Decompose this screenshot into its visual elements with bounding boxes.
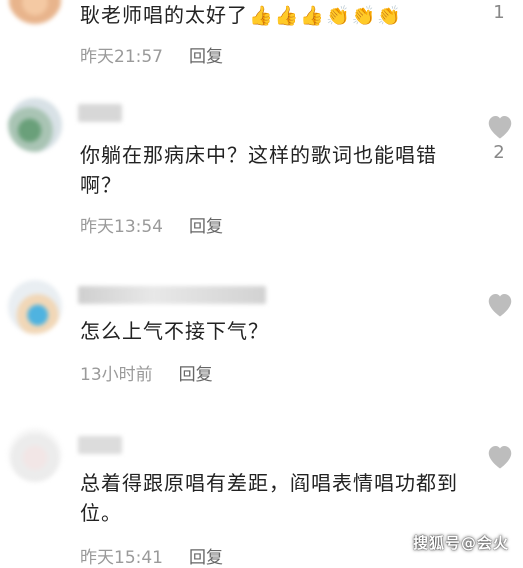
- comment-time: 昨天13:54: [80, 217, 163, 237]
- heart-icon[interactable]: [485, 290, 515, 318]
- comment-meta: 昨天21:57 回复: [80, 42, 223, 67]
- thumbs-up-icon: 👍: [300, 5, 326, 27]
- watermark: 搜狐号@会火: [412, 534, 509, 552]
- reply-button[interactable]: 回复: [179, 360, 213, 385]
- avatar[interactable]: [8, 280, 62, 334]
- comment-time: 昨天21:57: [80, 47, 163, 67]
- heart-icon[interactable]: [485, 112, 515, 140]
- like-count: 2: [493, 142, 505, 163]
- like-count: 1: [493, 2, 505, 23]
- comment-meta: 昨天15:41 回复: [80, 543, 223, 568]
- username-blurred: [78, 436, 122, 454]
- comment-time: 昨天15:41: [80, 548, 163, 568]
- comment-text: 你躺在那病床中？这样的歌词也能唱错啊？: [80, 143, 437, 197]
- thumbs-up-icon: 👍: [274, 5, 300, 27]
- reply-button[interactable]: 回复: [189, 543, 223, 568]
- clapping-hands-icon: 👏: [377, 5, 403, 27]
- clapping-hands-icon: 👏: [351, 5, 377, 27]
- comment-meta: 昨天13:54 回复: [80, 212, 223, 237]
- username-blurred: [78, 104, 122, 122]
- thumbs-up-icon: 👍: [249, 5, 274, 27]
- comment-text: 怎么上气不接下气？: [80, 319, 269, 343]
- avatar[interactable]: [8, 428, 62, 482]
- reply-button[interactable]: 回复: [189, 212, 223, 237]
- comment-meta: 13小时前 回复: [80, 360, 213, 385]
- username-blurred: [78, 286, 266, 304]
- comment-time: 13小时前: [80, 365, 153, 385]
- avatar[interactable]: [8, 98, 62, 152]
- comment-text: 耿老师唱的太好了👍👍👍👏👏👏: [80, 0, 470, 31]
- comment-text-content: 耿老师唱的太好了: [80, 3, 248, 27]
- comment-text: 总着得跟原唱有差距，阎唱表情唱功都到位。: [80, 471, 458, 525]
- clapping-hands-icon: 👏: [326, 5, 351, 27]
- reply-button[interactable]: 回复: [189, 42, 223, 67]
- avatar[interactable]: [8, 0, 62, 24]
- heart-icon[interactable]: [485, 442, 515, 470]
